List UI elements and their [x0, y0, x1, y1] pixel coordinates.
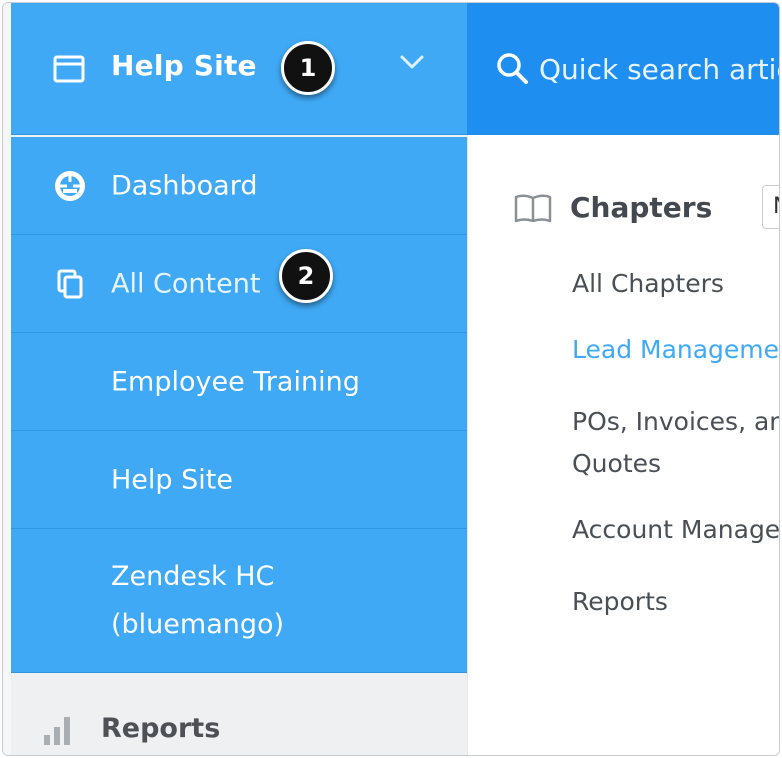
sidebar: Help Site 1 Dashboard All Content 2 Empl…	[3, 3, 469, 755]
chapter-link-lead-management[interactable]: Lead Management	[572, 329, 779, 371]
bar-chart-icon	[44, 717, 70, 745]
chapter-link-reports[interactable]: Reports	[572, 581, 668, 623]
chapter-link-all-chapters[interactable]: All Chapters	[572, 263, 724, 305]
sidebar-item-zendesk-hc[interactable]: Zendesk HC (bluemango)	[11, 529, 469, 673]
sidebar-item-label: Zendesk HC (bluemango)	[111, 560, 285, 640]
sidebar-nav: Dashboard All Content 2 Employee Trainin…	[11, 137, 469, 673]
section-title: Chapters	[570, 191, 713, 224]
search-icon	[497, 53, 528, 84]
callout-badge-one: 1	[281, 41, 335, 95]
search-input[interactable]: Quick search artic	[539, 53, 779, 86]
reports-label: Reports	[101, 713, 221, 744]
sidebar-item-help-site[interactable]: Help Site	[11, 431, 469, 529]
sidebar-item-all-content[interactable]: All Content 2	[11, 235, 469, 333]
main-content: Chapters N All Chapters Lead Management …	[467, 135, 779, 755]
sidebar-item-label: Dashboard	[111, 170, 258, 201]
window-icon	[53, 55, 85, 83]
sidebar-item-dashboard[interactable]: Dashboard	[11, 137, 469, 235]
chevron-down-icon[interactable]	[399, 53, 425, 71]
callout-badge-two: 2	[279, 249, 333, 303]
dashboard-icon	[55, 170, 85, 201]
sidebar-item-label: Help Site	[111, 464, 233, 495]
sort-dropdown[interactable]: N	[762, 185, 779, 229]
site-switcher[interactable]: Help Site 1	[11, 3, 467, 135]
chapter-link-pos-invoices[interactable]: POs, Invoices, and	[572, 401, 779, 443]
chapter-link-account-management[interactable]: Account Managem	[572, 509, 779, 551]
book-icon	[514, 194, 552, 223]
copy-icon	[57, 269, 83, 298]
sidebar-item-label: All Content	[111, 268, 261, 299]
sidebar-item-label: Employee Training	[111, 366, 360, 397]
app-window: Help Site 1 Dashboard All Content 2 Empl…	[2, 2, 780, 756]
sidebar-item-employee-training[interactable]: Employee Training	[11, 333, 469, 431]
chapter-link-pos-invoices-cont[interactable]: Quotes	[572, 443, 661, 485]
sidebar-edge	[3, 3, 11, 755]
top-search-bar: Quick search artic	[467, 3, 779, 135]
site-title: Help Site	[111, 49, 257, 82]
